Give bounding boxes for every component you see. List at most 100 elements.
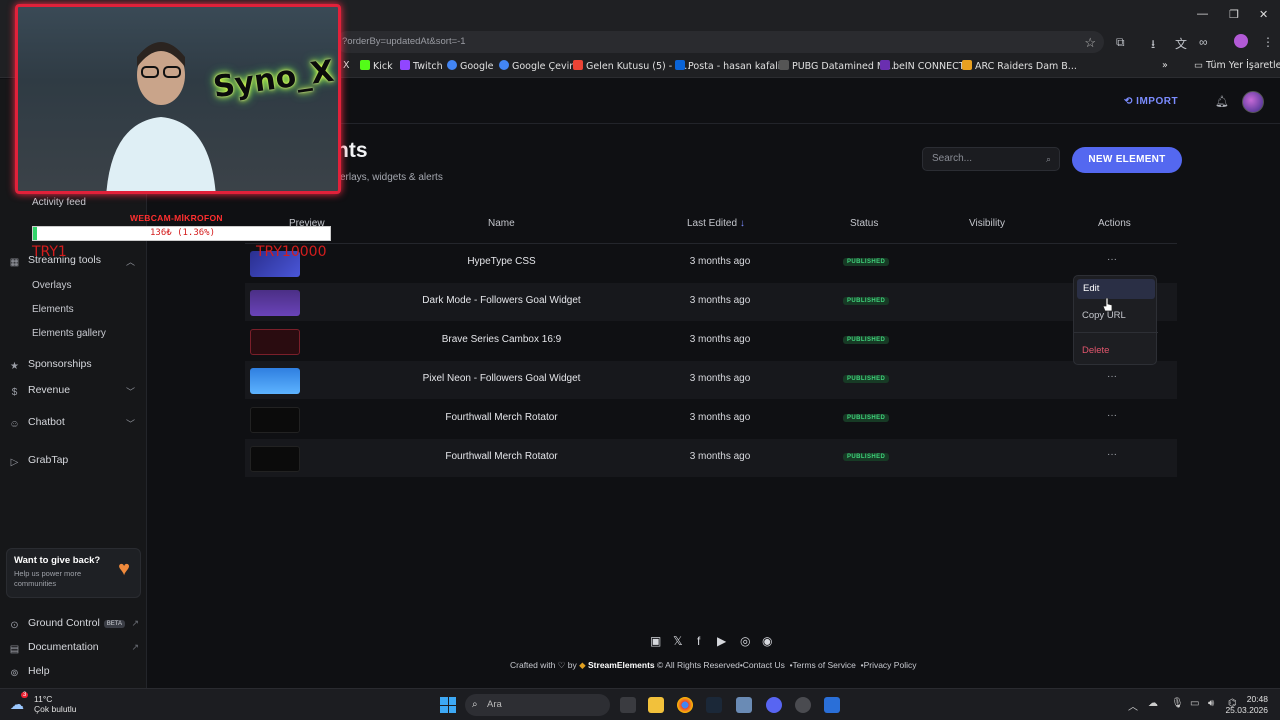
table-row[interactable]: Dark Mode - Followers Goal Widget 3 mont… bbox=[245, 283, 1177, 321]
x-icon[interactable]: 𝕏 bbox=[673, 634, 683, 648]
search-icon: ⌕ bbox=[472, 699, 478, 710]
last-edited: 3 months ago bbox=[689, 451, 751, 462]
neon-sign-text: Syno_X bbox=[211, 53, 337, 106]
contact-link[interactable]: •Contact Us bbox=[740, 660, 785, 670]
onedrive-icon[interactable]: ☁ bbox=[1148, 698, 1158, 709]
bookmark-bein[interactable]: beIN CONNECT bbox=[880, 60, 965, 72]
preview-thumbnail[interactable] bbox=[250, 368, 300, 394]
element-name[interactable]: Dark Mode - Followers Goal Widget bbox=[395, 295, 608, 306]
preview-thumbnail[interactable] bbox=[250, 290, 300, 316]
bookmark-kick[interactable]: Kick bbox=[360, 60, 393, 72]
weather-widget[interactable]: 11°C Çok bulutlu bbox=[34, 694, 77, 714]
table-row[interactable]: Pixel Neon - Followers Goal Widget 3 mon… bbox=[245, 361, 1177, 399]
bookmark-gmail[interactable]: Gelen Kutusu (5) - h... bbox=[573, 60, 690, 72]
steam-icon[interactable] bbox=[706, 697, 722, 713]
sidebar-item-ground-control[interactable]: ⊙ Ground Control BETA ↗ bbox=[9, 617, 147, 631]
volume-icon[interactable]: 🔊︎ bbox=[1208, 698, 1214, 709]
menu-item-edit[interactable]: Edit bbox=[1077, 279, 1155, 299]
table-row[interactable]: Brave Series Cambox 16:9 3 months ago PU… bbox=[245, 322, 1177, 360]
extensions-icon[interactable]: ⧉ bbox=[1116, 35, 1125, 50]
link-icon[interactable]: ∞ bbox=[1199, 35, 1208, 49]
sidebar-item-elements-gallery[interactable]: Elements gallery bbox=[32, 328, 106, 339]
download-icon[interactable]: ⭳ bbox=[1151, 35, 1155, 56]
chrome-icon[interactable] bbox=[677, 697, 693, 713]
element-name[interactable]: Brave Series Cambox 16:9 bbox=[395, 334, 608, 345]
sidebar-item-sponsorships[interactable]: ★ Sponsorships bbox=[9, 358, 147, 372]
app-icon[interactable] bbox=[824, 697, 840, 713]
row-actions-icon[interactable]: ··· bbox=[1107, 371, 1117, 382]
obs-icon[interactable] bbox=[795, 697, 811, 713]
bookmark-x[interactable]: X bbox=[343, 60, 350, 71]
status-badge: PUBLISHED bbox=[843, 453, 890, 461]
table-row[interactable]: Fourthwall Merch Rotator 3 months ago PU… bbox=[245, 439, 1177, 477]
element-name[interactable]: Fourthwall Merch Rotator bbox=[395, 451, 608, 462]
sidebar-item-help[interactable]: ⊚ Help bbox=[9, 665, 147, 679]
translate-icon[interactable]: 文 bbox=[1175, 35, 1187, 52]
table-row[interactable]: HypeType CSS 3 months ago PUBLISHED ··· bbox=[245, 244, 1177, 282]
row-actions-icon[interactable]: ··· bbox=[1107, 254, 1117, 265]
menu-item-delete[interactable]: Delete bbox=[1082, 345, 1109, 356]
terms-link[interactable]: •Terms of Service bbox=[790, 660, 856, 670]
element-name[interactable]: Fourthwall Merch Rotator bbox=[395, 412, 608, 423]
last-edited: 3 months ago bbox=[689, 256, 751, 267]
menu-kebab-icon[interactable]: ⋮ bbox=[1262, 35, 1274, 49]
bookmark-google[interactable]: Google bbox=[447, 60, 494, 72]
all-bookmarks[interactable]: ▭ Tüm Yer İşaretleri bbox=[1194, 60, 1280, 71]
preview-thumbnail[interactable] bbox=[250, 329, 300, 355]
new-element-button[interactable]: NEW ELEMENT bbox=[1072, 147, 1182, 173]
sidebar-item-streaming-tools[interactable]: ▦ Streaming tools ︿ bbox=[9, 254, 147, 268]
preview-thumbnail[interactable] bbox=[250, 407, 300, 433]
close-window-icon[interactable]: ✕ bbox=[1259, 8, 1268, 21]
twitch-icon[interactable]: ▣ bbox=[650, 634, 661, 648]
column-header-name[interactable]: Name bbox=[488, 218, 515, 229]
address-bar[interactable]: ?orderBy=updatedAt&sort=-1 ☆ bbox=[336, 31, 1104, 53]
import-button[interactable]: ⟲ IMPORT bbox=[1124, 96, 1178, 107]
microphone-icon[interactable]: 🎙︎ bbox=[1171, 698, 1184, 709]
task-view-icon[interactable] bbox=[620, 697, 636, 713]
search-input[interactable]: Search... ⌕ bbox=[922, 147, 1060, 171]
sidebar-item-revenue[interactable]: $ Revenue ﹀ bbox=[9, 384, 147, 398]
app-icon[interactable] bbox=[736, 697, 752, 713]
tray-chevron-icon[interactable]: ︿ bbox=[1128, 698, 1138, 713]
sidebar-item-documentation[interactable]: ▤ Documentation ↗ bbox=[9, 641, 147, 655]
youtube-icon[interactable]: ▶ bbox=[717, 634, 726, 648]
more-bookmarks-icon[interactable]: » bbox=[1162, 60, 1168, 71]
windows-start-icon[interactable] bbox=[440, 697, 456, 713]
google-icon bbox=[499, 60, 509, 70]
discord-icon[interactable]: ◉ bbox=[762, 634, 772, 648]
avatar[interactable] bbox=[1242, 91, 1264, 113]
maximize-icon[interactable]: ❐ bbox=[1229, 8, 1239, 21]
minimize-icon[interactable]: — bbox=[1197, 8, 1208, 20]
file-explorer-icon[interactable] bbox=[648, 697, 664, 713]
bookmark-outlook[interactable]: Posta - hasan kafali... bbox=[675, 60, 789, 72]
system-clock[interactable]: 20:48 25.03.2026 bbox=[1225, 694, 1268, 716]
bookmark-star-icon[interactable]: ☆ bbox=[1084, 32, 1096, 54]
weather-icon[interactable]: ☁ bbox=[10, 696, 24, 713]
element-name[interactable]: HypeType CSS bbox=[395, 256, 608, 267]
sidebar-item-overlays[interactable]: Overlays bbox=[32, 280, 71, 291]
sidebar-item-elements[interactable]: Elements bbox=[32, 304, 74, 315]
table-row[interactable]: Fourthwall Merch Rotator 3 months ago PU… bbox=[245, 400, 1177, 438]
bookmark-google-translate[interactable]: Google Çeviri bbox=[499, 60, 576, 72]
give-back-card[interactable]: Want to give back? Help us power more co… bbox=[6, 548, 141, 598]
external-link-icon: ↗ bbox=[131, 618, 139, 628]
row-actions-icon[interactable]: ··· bbox=[1107, 449, 1117, 460]
sidebar-item-activity-feed[interactable]: Activity feed bbox=[32, 197, 86, 208]
profile-icon[interactable] bbox=[1234, 34, 1248, 48]
bookmark-twitch[interactable]: Twitch bbox=[400, 60, 443, 72]
preview-thumbnail[interactable] bbox=[250, 446, 300, 472]
privacy-link[interactable]: •Privacy Policy bbox=[861, 660, 917, 670]
bell-icon[interactable]: 🔔︎ bbox=[1215, 95, 1229, 108]
bookmark-arc-raiders[interactable]: ARC Raiders Dam B... bbox=[962, 60, 1077, 72]
instagram-icon[interactable]: ◎ bbox=[740, 634, 750, 648]
column-header-last-edited[interactable]: Last Edited ↓ bbox=[687, 218, 745, 229]
element-name[interactable]: Pixel Neon - Followers Goal Widget bbox=[395, 373, 608, 384]
bookmark-pubg[interactable]: PUBG Datamined M... bbox=[779, 60, 894, 72]
facebook-icon[interactable]: f bbox=[697, 634, 700, 648]
sidebar-item-grabtap[interactable]: ▷ GrabTap bbox=[9, 454, 147, 468]
discord-icon[interactable] bbox=[766, 697, 782, 713]
display-icon[interactable]: ▭ bbox=[1190, 698, 1199, 709]
taskbar-search[interactable]: ⌕ Ara bbox=[465, 694, 610, 716]
row-actions-icon[interactable]: ··· bbox=[1107, 410, 1117, 421]
sidebar-item-chatbot[interactable]: ☺ Chatbot ﹀ bbox=[9, 416, 147, 430]
